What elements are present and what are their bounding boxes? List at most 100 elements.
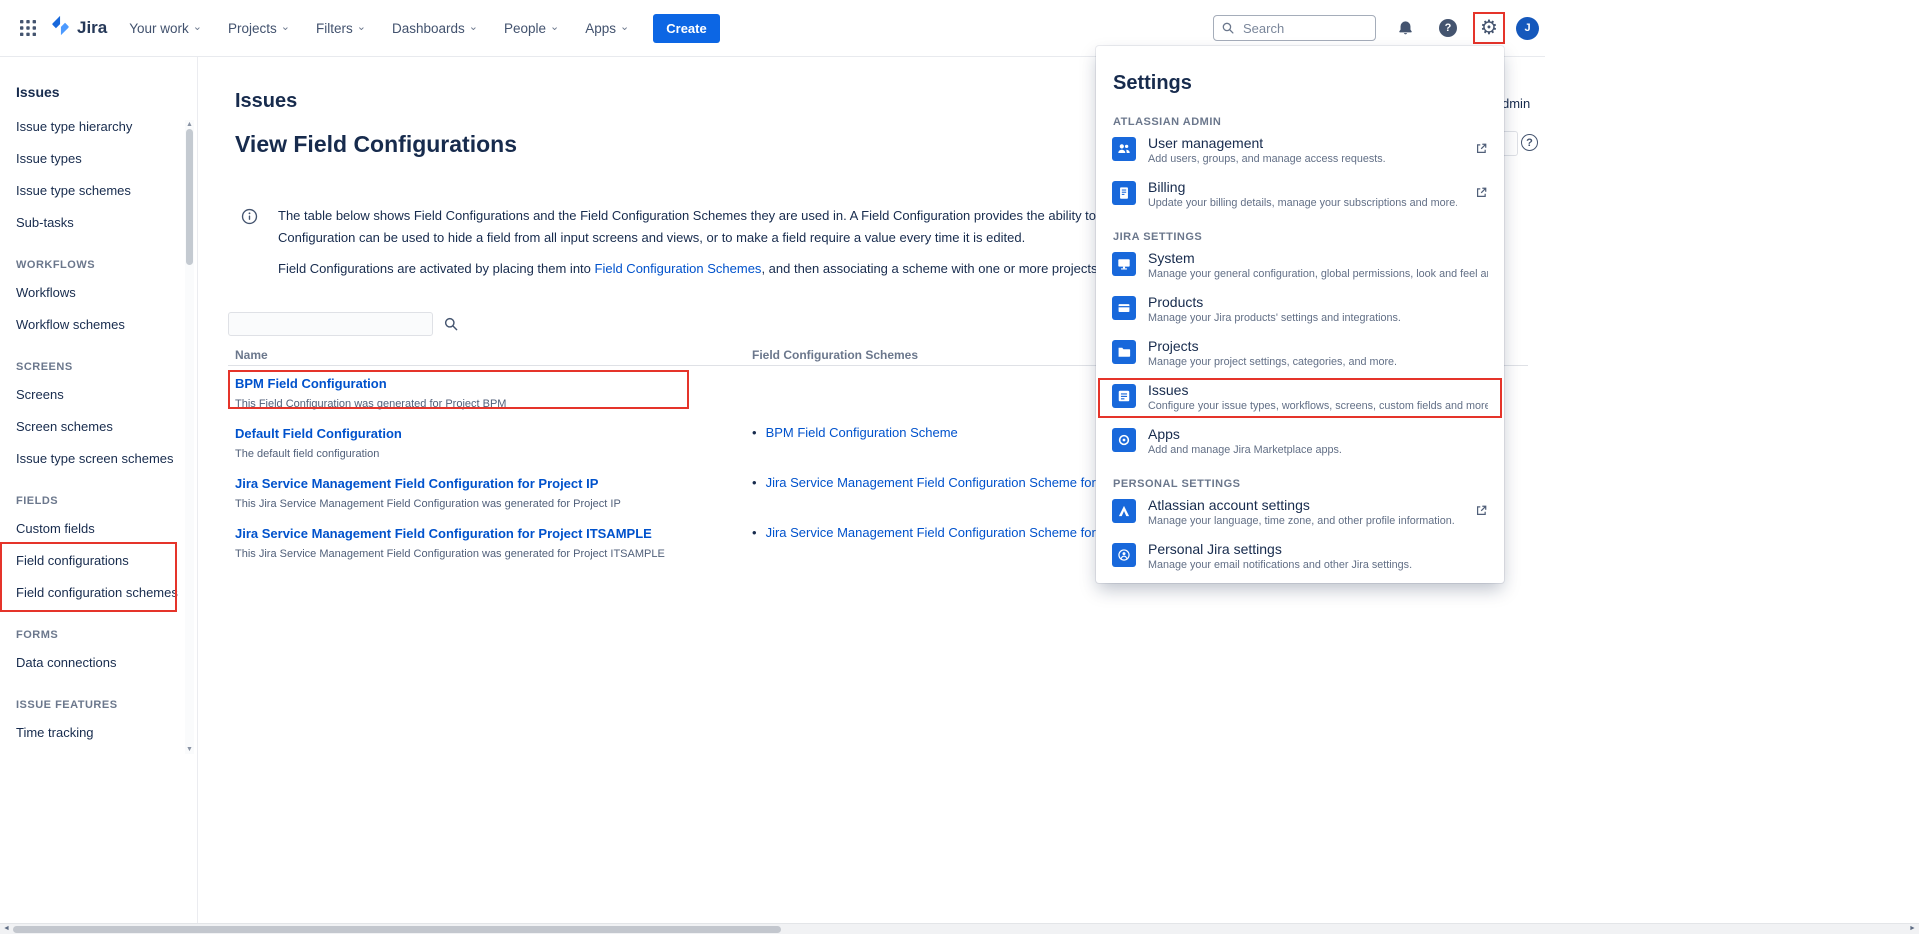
app-switcher-grid-icon[interactable] [14, 14, 42, 42]
sidebar-item-issue-types[interactable]: Issue types [0, 143, 183, 175]
settings-gear-icon[interactable] [1477, 16, 1501, 40]
settings-item-label: System [1148, 250, 1488, 267]
help-icon[interactable] [1434, 14, 1462, 42]
info-icon [241, 208, 258, 230]
sidebar-scrollbar [185, 120, 194, 754]
sidebar-item-issue-type-schemes[interactable]: Issue type schemes [0, 175, 183, 207]
field-configuration-link[interactable]: BPM Field Configuration [235, 376, 387, 391]
settings-item-description: Add users, groups, and manage access req… [1148, 152, 1457, 166]
scroll-right-arrow-icon[interactable] [1907, 924, 1918, 934]
sidebar-item-field-configurations[interactable]: Field configurations [3, 545, 174, 577]
bullet-icon [752, 475, 757, 490]
settings-item-description: Add and manage Jira Marketplace apps. [1148, 443, 1488, 457]
page-help-icon[interactable] [1521, 134, 1538, 151]
field-configuration-description: This Jira Service Management Field Confi… [235, 548, 745, 560]
settings-item-atlassian-account-settings[interactable]: Atlassian account settings Manage your l… [1096, 491, 1504, 535]
section-title: Issues [235, 90, 297, 113]
sidebar-heading-issue-features: ISSUE FEATURES [0, 693, 183, 717]
field-configuration-description: This Jira Service Management Field Confi… [235, 498, 745, 510]
field-configuration-link[interactable]: Default Field Configuration [235, 426, 402, 441]
column-header-name: Name [228, 348, 745, 362]
external-link-icon [1469, 504, 1488, 522]
settings-item-description: Manage your language, time zone, and oth… [1148, 514, 1457, 528]
nav-filters[interactable]: Filters [316, 21, 366, 36]
settings-heading-personal-settings: PERSONAL SETTINGS [1096, 477, 1504, 491]
bullet-icon [752, 525, 757, 540]
sidebar-item-data-connections[interactable]: Data connections [0, 647, 183, 679]
search-input[interactable] [1213, 15, 1376, 41]
search-icon [1221, 21, 1235, 40]
bullet-icon [752, 425, 757, 440]
settings-item-label: Projects [1148, 338, 1488, 355]
scheme-link[interactable]: Jira Service Management Field Configurat… [766, 475, 1148, 490]
settings-item-products[interactable]: Products Manage your Jira products' sett… [1096, 288, 1504, 332]
settings-item-issues[interactable]: Issues Configure your issue types, workf… [1096, 376, 1504, 420]
billing-icon [1112, 181, 1136, 205]
nav-people[interactable]: People [504, 21, 559, 36]
partially-hidden-text: dmin [1502, 96, 1530, 111]
settings-item-description: Update your billing details, manage your… [1148, 196, 1457, 210]
sidebar-item-sub-tasks[interactable]: Sub-tasks [0, 207, 183, 239]
field-configuration-link[interactable]: Jira Service Management Field Configurat… [235, 526, 652, 541]
jira-logo-icon [50, 15, 71, 41]
settings-heading-atlassian-admin: ATLASSIAN ADMIN [1096, 115, 1504, 129]
settings-item-label: Billing [1148, 179, 1457, 196]
settings-item-system[interactable]: System Manage your general configuration… [1096, 244, 1504, 288]
scheme-link[interactable]: Jira Service Management Field Configurat… [766, 525, 1148, 540]
scheme-link[interactable]: BPM Field Configuration Scheme [766, 425, 958, 440]
nav-apps[interactable]: Apps [585, 21, 629, 36]
settings-item-label: Atlassian account settings [1148, 497, 1457, 514]
sidebar-item-issue-type-screen-schemes[interactable]: Issue type screen schemes [0, 443, 183, 475]
create-button[interactable]: Create [653, 14, 719, 43]
sidebar-item-screen-schemes[interactable]: Screen schemes [0, 411, 183, 443]
settings-item-user-management[interactable]: User management Add users, groups, and m… [1096, 129, 1504, 173]
settings-item-label: Apps [1148, 426, 1488, 443]
sidebar-item-field-configuration-schemes[interactable]: Field configuration schemes [3, 577, 174, 609]
sidebar-heading-fields: FIELDS [0, 489, 183, 513]
sidebar-item-workflow-schemes[interactable]: Workflow schemes [0, 309, 183, 341]
scroll-left-arrow-icon[interactable] [1, 924, 12, 934]
notifications-icon[interactable] [1391, 14, 1419, 42]
settings-item-apps[interactable]: Apps Add and manage Jira Marketplace app… [1096, 420, 1504, 464]
table-filter-input[interactable] [229, 313, 432, 335]
field-configuration-link[interactable]: Jira Service Management Field Configurat… [235, 476, 598, 491]
sidebar-heading-workflows: WORKFLOWS [0, 253, 183, 277]
jira-logo[interactable]: Jira [50, 15, 107, 41]
sidebar-item-time-tracking[interactable]: Time tracking [0, 717, 183, 749]
settings-item-description: Configure your issue types, workflows, s… [1148, 399, 1488, 413]
settings-item-description: Manage your Jira products' settings and … [1148, 311, 1488, 325]
sidebar-item-workflows[interactable]: Workflows [0, 277, 183, 309]
gear-glyph [1480, 18, 1498, 39]
settings-panel-title: Settings [1096, 72, 1504, 102]
nav-your-work[interactable]: Your work [129, 21, 202, 36]
nav-projects[interactable]: Projects [228, 21, 290, 36]
page-title: View Field Configurations [235, 131, 517, 158]
sidebar-heading-forms: FORMS [0, 623, 183, 647]
horizontal-scrollbar-thumb[interactable] [13, 926, 781, 933]
avatar[interactable]: J [1516, 17, 1539, 40]
field-configuration-schemes-link[interactable]: Field Configuration Schemes [595, 261, 762, 276]
scroll-up-arrow-icon[interactable] [185, 120, 194, 129]
external-link-icon [1469, 142, 1488, 160]
sidebar-item-custom-fields[interactable]: Custom fields [0, 513, 183, 545]
sidebar-nav: Issue type hierarchy Issue types Issue t… [0, 111, 183, 749]
sidebar-item-screens[interactable]: Screens [0, 379, 183, 411]
settings-item-personal-jira-settings[interactable]: Personal Jira settings Manage your email… [1096, 535, 1504, 579]
field-configuration-description: This Field Configuration was generated f… [235, 398, 745, 410]
external-link-icon [1469, 186, 1488, 204]
settings-item-projects[interactable]: Projects Manage your project settings, c… [1096, 332, 1504, 376]
settings-item-label: Personal Jira settings [1148, 541, 1488, 558]
apps-icon [1112, 428, 1136, 452]
settings-item-billing[interactable]: Billing Update your billing details, man… [1096, 173, 1504, 217]
sidebar-heading-screens: SCREENS [0, 355, 183, 379]
settings-item-description: Manage your general configuration, globa… [1148, 267, 1488, 281]
table-filter [228, 312, 433, 336]
magnifier-icon[interactable] [441, 314, 461, 334]
sidebar-scrollbar-thumb[interactable] [186, 129, 193, 265]
nav-right-cluster: J [1213, 14, 1539, 42]
products-icon [1112, 296, 1136, 320]
scroll-down-arrow-icon[interactable] [185, 745, 194, 754]
settings-item-description: Manage your project settings, categories… [1148, 355, 1488, 369]
sidebar-item-issue-type-hierarchy[interactable]: Issue type hierarchy [0, 111, 183, 143]
nav-dashboards[interactable]: Dashboards [392, 21, 478, 36]
